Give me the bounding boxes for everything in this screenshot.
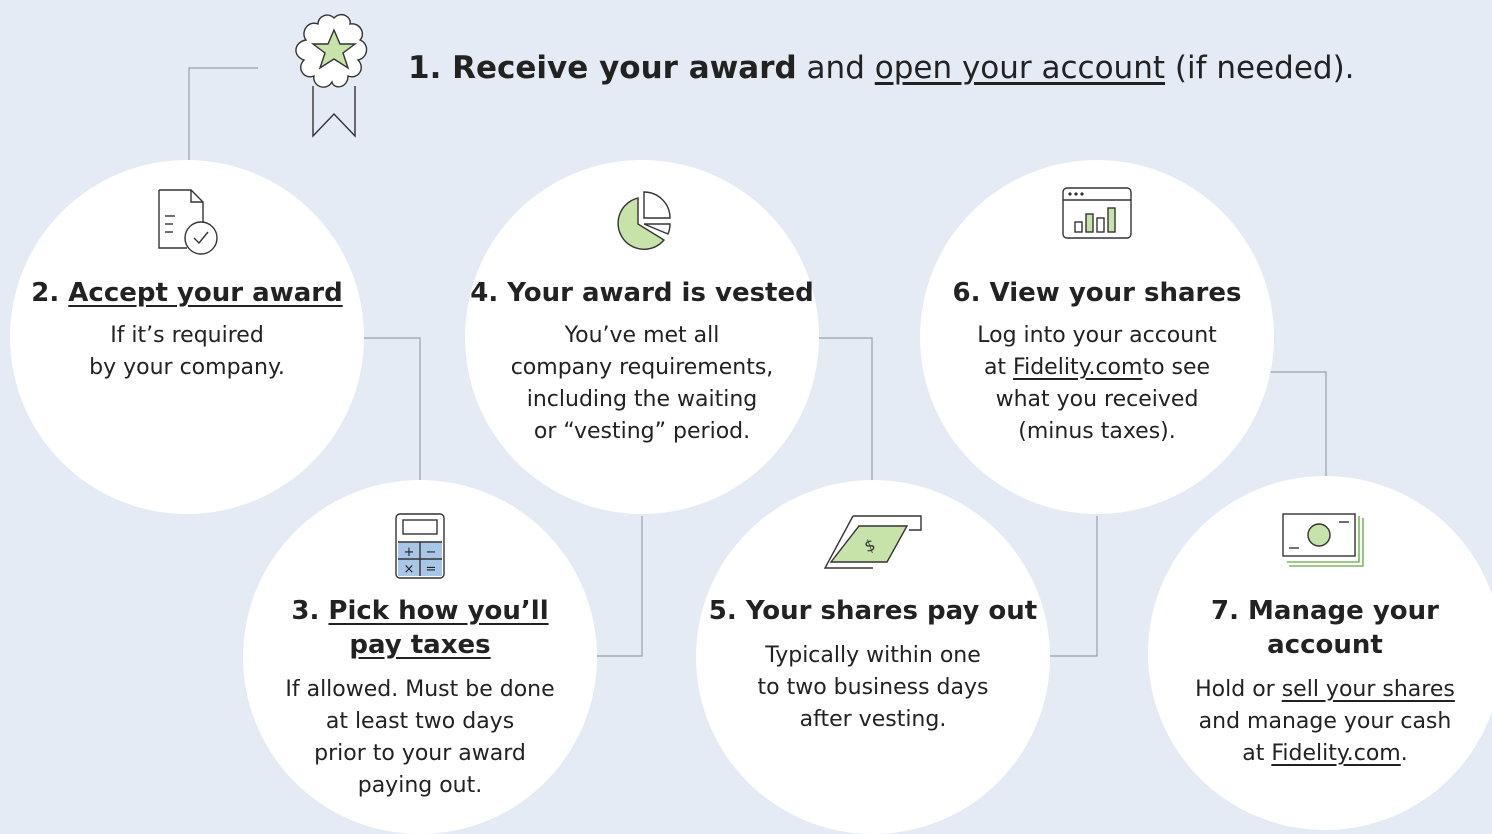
step-1-connector-text: and	[796, 50, 875, 86]
step-5-line: Typically within one	[765, 643, 981, 668]
step-5-line: to two business days	[757, 675, 989, 700]
step-7-at: at	[1242, 741, 1272, 766]
step-4-circle: 4. Your award is vested You’ve met all c…	[465, 160, 819, 514]
step-3-line: at least two days	[325, 709, 515, 734]
step-7-line: and manage your cash	[1198, 709, 1452, 734]
fidelity-link-2[interactable]: Fidelity.com	[1271, 741, 1400, 766]
sell-shares-link[interactable]: sell your shares	[1282, 677, 1455, 702]
step-4-description: You’ve met all company requirements, inc…	[465, 320, 819, 448]
step-2-title: 2. Accept your award	[10, 276, 364, 310]
step-3-line: paying out.	[357, 773, 483, 798]
step-3-description: If allowed. Must be done at least two da…	[243, 674, 597, 802]
step-2-line: by your company.	[89, 355, 285, 380]
step-4-line: You’ve met all	[564, 323, 720, 348]
connector-6-7	[1270, 371, 1327, 476]
step-6-title: 6. View your shares	[952, 278, 1242, 308]
step-2-circle: 2. Accept your award If it’s required by…	[10, 160, 364, 514]
pie-chart-icon	[617, 191, 671, 250]
step-7-title-line: account	[1267, 630, 1383, 660]
svg-text:+: +	[404, 545, 415, 560]
connector-1-2	[188, 67, 258, 162]
step-4-line: including the waiting	[526, 387, 758, 412]
svg-text:×: ×	[404, 562, 415, 577]
connector-2-3	[362, 337, 421, 482]
step-1-heading: 1. Receive your award	[408, 50, 797, 86]
svg-text:−: −	[426, 545, 437, 560]
svg-text:=: =	[426, 562, 437, 577]
connector-4-5	[818, 337, 873, 480]
step-6-circle: 6. View your shares Log into your accoun…	[920, 160, 1274, 514]
fidelity-link[interactable]: Fidelity.com	[1013, 355, 1142, 380]
step-7-title: 7. Manage your account	[1148, 594, 1492, 662]
step-4-line: company requirements,	[510, 355, 774, 380]
step-6-line: (minus taxes).	[1018, 419, 1176, 444]
step-1-title: 1. Receive your award and open your acco…	[408, 48, 1355, 88]
step-2-line: If it’s required	[110, 323, 264, 348]
step-5-description: Typically within one to two business day…	[696, 640, 1050, 736]
step-4-title: 4. Your award is vested	[470, 278, 814, 308]
step-5-line: after vesting.	[799, 707, 947, 732]
connector-3-4	[596, 516, 643, 657]
award-ribbon-icon	[295, 14, 368, 138]
dashboard-chart-icon	[1062, 187, 1132, 239]
step-7-hold: Hold or	[1195, 677, 1282, 702]
step-6-line: at Fidelity.comto see	[920, 352, 1274, 384]
step-3-line: prior to your award	[314, 741, 526, 766]
step-2-description: If it’s required by your company.	[10, 320, 364, 384]
cash-stack-icon	[1282, 513, 1364, 567]
step-7-line: Hold or sell your shares	[1148, 674, 1492, 706]
pick-taxes-link-2[interactable]: pay taxes	[349, 630, 490, 660]
step-7-circle: 7. Manage your account Hold or sell your…	[1148, 476, 1492, 830]
step-3-number: 3.	[291, 596, 329, 626]
pick-taxes-link[interactable]: Pick how you’ll	[328, 596, 548, 626]
accept-award-link[interactable]: Accept your award	[68, 278, 342, 308]
step-4-line: or “vesting” period.	[533, 419, 751, 444]
calculator-icon: + − × =	[395, 513, 445, 579]
step-3-line: If allowed. Must be done	[285, 677, 555, 702]
step-7-description: Hold or sell your shares and manage your…	[1148, 674, 1492, 770]
step-3-circle: + − × = 3. Pick how you’ll pay taxes If …	[243, 480, 597, 834]
open-account-link[interactable]: open your account	[875, 50, 1165, 86]
step-7-title-line: 7. Manage your	[1211, 596, 1439, 626]
step-7-line: at Fidelity.com.	[1148, 738, 1492, 770]
step-7-period: .	[1400, 741, 1408, 766]
step-2-number: 2.	[31, 278, 69, 308]
document-clock-icon	[158, 189, 218, 255]
step-1-suffix: (if needed).	[1165, 50, 1355, 86]
step-6-to-see: to see	[1142, 355, 1211, 380]
step-6-line: Log into your account	[977, 323, 1217, 348]
step-3-title: 3. Pick how you’ll pay taxes	[243, 594, 597, 662]
step-5-title: 5. Your shares pay out	[708, 596, 1038, 626]
step-6-line: what you received	[995, 387, 1199, 412]
step-5-circle: $ 5. Your shares pay out Typically withi…	[696, 480, 1050, 834]
connector-5-6	[1050, 516, 1098, 657]
step-6-at: at	[983, 355, 1014, 380]
step-6-description: Log into your account at Fidelity.comto …	[920, 320, 1274, 448]
cash-dispense-icon: $	[823, 515, 922, 569]
